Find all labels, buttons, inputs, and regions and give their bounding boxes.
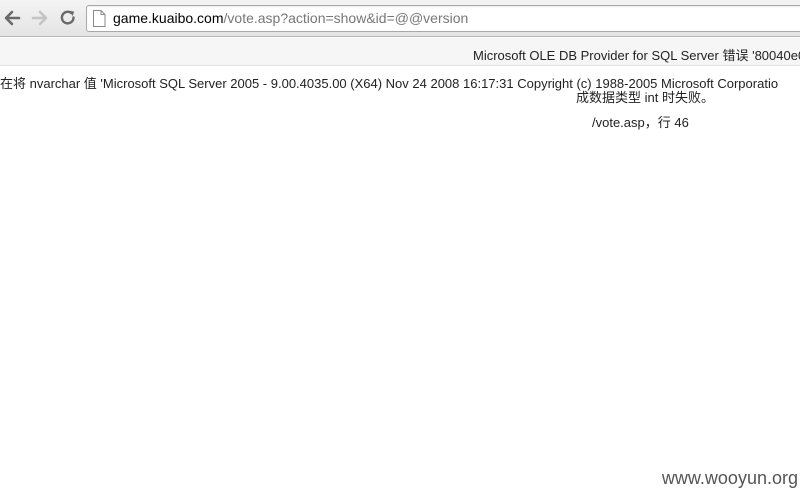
error-message-line-2: 成数据类型 int 时失败。 <box>576 90 714 105</box>
back-arrow-icon <box>4 10 21 26</box>
error-location: /vote.asp，行 46 <box>592 115 689 130</box>
error-header-bar: Microsoft OLE DB Provider for SQL Server… <box>0 38 800 66</box>
page-content: Microsoft OLE DB Provider for SQL Server… <box>0 37 800 493</box>
watermark: www.wooyun.org <box>661 468 798 488</box>
address-bar[interactable]: game.kuaibo.com/vote.asp?action=show&id=… <box>86 5 800 32</box>
url-host: game.kuaibo.com <box>113 10 224 26</box>
reload-icon <box>60 10 75 25</box>
forward-arrow-icon <box>31 10 48 26</box>
back-button[interactable] <box>0 6 24 30</box>
error-title: Microsoft OLE DB Provider for SQL Server… <box>473 48 800 63</box>
reload-button[interactable] <box>56 6 80 30</box>
url-text[interactable]: game.kuaibo.com/vote.asp?action=show&id=… <box>113 10 468 27</box>
page-icon <box>93 10 106 27</box>
forward-button[interactable] <box>28 6 52 30</box>
url-path: /vote.asp?action=show&id=@@version <box>223 10 469 26</box>
browser-toolbar: game.kuaibo.com/vote.asp?action=show&id=… <box>0 0 800 37</box>
